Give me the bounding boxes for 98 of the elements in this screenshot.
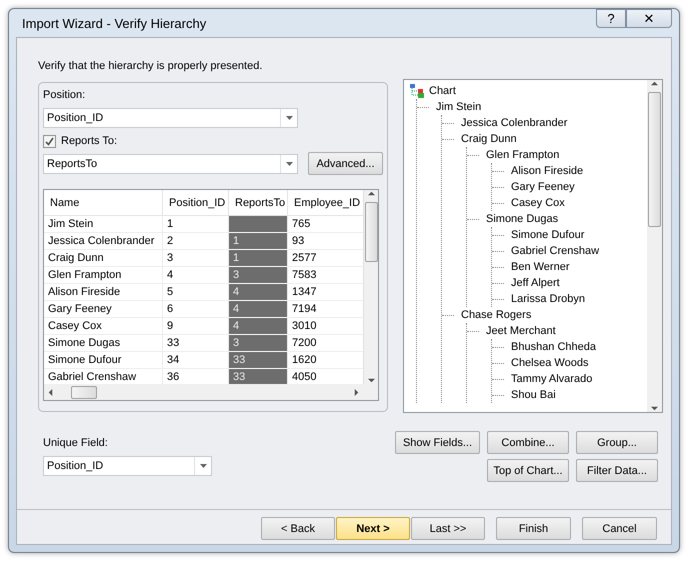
tree-item[interactable]: Chart: [429, 85, 456, 97]
scroll-down-icon[interactable]: [651, 405, 658, 412]
tree-item[interactable]: Glen Frampton: [486, 149, 560, 161]
nav-button[interactable]: Next >: [336, 517, 410, 540]
tree-item[interactable]: Jeff Alpert: [511, 277, 560, 289]
table-cell: 4: [229, 301, 288, 318]
table-cell: Simone Dugas: [44, 335, 163, 352]
caret-icon: [286, 162, 292, 166]
table-cell: Alison Fireside: [44, 284, 163, 301]
tree-item[interactable]: Simone Dufour: [511, 229, 584, 241]
unique-field-combo[interactable]: Position_ID: [43, 456, 212, 476]
scroll-thumb[interactable]: [364, 202, 378, 262]
table-cell: 3010: [288, 318, 363, 335]
table-cell: Craig Dunn: [44, 250, 163, 267]
reports-to-combo[interactable]: ReportsTo: [43, 154, 298, 174]
table-cell: 1: [229, 233, 288, 250]
table-cell: 33: [229, 369, 288, 384]
vertical-scrollbar[interactable]: [363, 190, 378, 384]
tree-item[interactable]: Simone Dugas: [486, 213, 558, 225]
table-cell: Gary Feeney: [44, 301, 163, 318]
table-cell: 2: [163, 233, 229, 250]
dialog-button[interactable]: Finish: [496, 517, 571, 540]
table-cell: 1347: [288, 284, 363, 301]
tree-item[interactable]: Craig Dunn: [461, 133, 517, 145]
table-cell: 1: [229, 250, 288, 267]
field-label: Reports To:: [61, 135, 118, 147]
help-button[interactable]: ?: [596, 9, 626, 28]
close-button[interactable]: ✕: [626, 9, 672, 28]
scroll-thumb[interactable]: [71, 386, 97, 398]
scroll-up-icon[interactable]: [651, 80, 658, 87]
tree-item[interactable]: Shou Bai: [511, 389, 556, 401]
instruction-text: Verify that the hierarchy is properly presented.: [38, 60, 264, 74]
tree-item[interactable]: Gary Feeney: [511, 181, 575, 193]
tool-button[interactable]: Group...: [576, 431, 658, 454]
table-cell: 34: [163, 352, 229, 369]
tree-item[interactable]: Casey Cox: [511, 197, 565, 209]
tool-button[interactable]: Filter Data...: [576, 459, 658, 482]
tree-item[interactable]: Jeet Merchant: [486, 325, 556, 337]
table-cell: 1620: [288, 352, 363, 369]
org-chart-icon: [409, 84, 425, 98]
table-cell: 5: [163, 284, 229, 301]
column-header[interactable]: ReportsTo: [229, 190, 288, 216]
table-cell: 3: [163, 250, 229, 267]
field-label: Position:: [43, 88, 86, 103]
table-cell: 33: [163, 335, 229, 352]
vertical-scrollbar[interactable]: [647, 80, 662, 412]
nav-button[interactable]: Last >>: [411, 517, 485, 540]
table-cell: Simone Dufour: [44, 352, 163, 369]
scroll-right-icon[interactable]: [353, 388, 360, 396]
caret-icon: [200, 464, 206, 468]
table-cell: 3: [229, 335, 288, 352]
horizontal-scrollbar[interactable]: [44, 384, 363, 400]
checkmark-icon: [45, 136, 54, 146]
table-cell: 7194: [288, 301, 363, 318]
table-cell: 4: [229, 318, 288, 335]
table-cell: 4: [163, 267, 229, 284]
table-cell: Jessica Colenbrander: [44, 233, 163, 250]
table-cell: 7583: [288, 267, 363, 284]
table-cell: Casey Cox: [44, 318, 163, 335]
table-cell: [229, 216, 288, 233]
tree-item[interactable]: Chase Rogers: [461, 309, 532, 321]
caret-icon: [286, 116, 292, 120]
table-cell: 93: [288, 233, 363, 250]
table-cell: 9: [163, 318, 229, 335]
table-cell: 7200: [288, 335, 363, 352]
table-cell: 765: [288, 216, 363, 233]
tool-button[interactable]: Show Fields...: [395, 431, 480, 454]
column-header[interactable]: Position_ID: [163, 190, 229, 216]
table-cell: 33: [229, 352, 288, 369]
tree-item[interactable]: Ben Werner: [511, 261, 570, 273]
table-cell: 6: [163, 301, 229, 318]
column-header[interactable]: Name: [44, 190, 163, 216]
scroll-up-icon[interactable]: [368, 190, 374, 197]
tool-button[interactable]: Top of Chart...: [487, 459, 569, 482]
tree-item[interactable]: Jim Stein: [436, 101, 482, 113]
table-cell: 1: [163, 216, 229, 233]
tree-item[interactable]: Larissa Drobyn: [511, 293, 585, 305]
position-combo[interactable]: Position_ID: [43, 108, 298, 128]
nav-button[interactable]: < Back: [261, 517, 335, 540]
tree-item[interactable]: Tammy Alvarado: [511, 373, 592, 385]
tree-item[interactable]: Gabriel Crenshaw: [511, 245, 600, 257]
table-cell: 3: [229, 267, 288, 284]
tree-item[interactable]: Chelsea Woods: [511, 357, 588, 369]
advanced-button[interactable]: Advanced...: [308, 152, 383, 175]
window-title: Import Wizard - Verify Hierarchy: [22, 16, 206, 30]
tree-item[interactable]: Jessica Colenbrander: [461, 117, 568, 129]
tree-item[interactable]: Alison Fireside: [511, 165, 584, 177]
field-label: Unique Field:: [43, 436, 109, 451]
table-cell: Glen Frampton: [44, 267, 163, 284]
table-cell: 4: [229, 284, 288, 301]
table-cell: Jim Stein: [44, 216, 163, 233]
scroll-left-icon[interactable]: [47, 388, 54, 396]
tool-button[interactable]: Combine...: [487, 431, 569, 454]
reports-to-checkbox[interactable]: [43, 134, 56, 148]
table-cell: 2577: [288, 250, 363, 267]
tree-item[interactable]: Bhushan Chheda: [511, 341, 596, 353]
dialog-button[interactable]: Cancel: [582, 517, 657, 540]
scroll-thumb[interactable]: [648, 92, 661, 227]
